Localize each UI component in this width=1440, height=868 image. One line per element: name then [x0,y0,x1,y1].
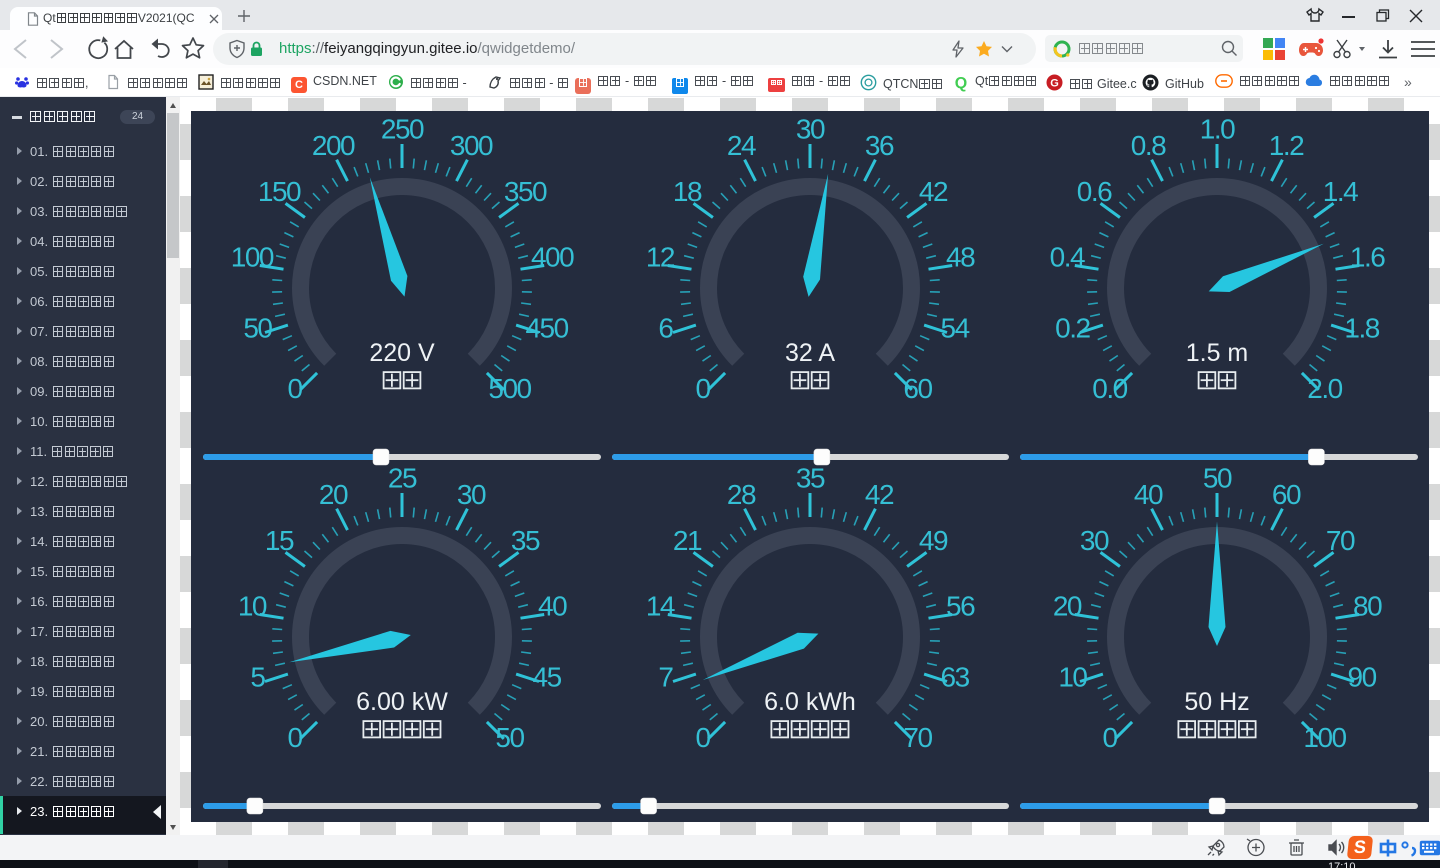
svg-text:0.6: 0.6 [1077,176,1112,207]
svg-text:30: 30 [1080,525,1109,556]
svg-text:28: 28 [727,479,756,510]
svg-text:42: 42 [919,176,948,207]
svg-text:21: 21 [673,525,702,556]
svg-text:5: 5 [250,662,265,693]
svg-text:20: 20 [319,479,348,510]
svg-text:0: 0 [1102,722,1117,753]
svg-text:100: 100 [231,242,274,273]
svg-text:1.8: 1.8 [1344,313,1379,344]
svg-text:1.0: 1.0 [1200,114,1235,145]
svg-text:1.5 m: 1.5 m [1186,339,1249,367]
svg-text:10: 10 [1058,662,1087,693]
svg-text:48: 48 [946,242,975,273]
svg-text:14: 14 [646,591,675,622]
svg-text:80: 80 [1353,591,1382,622]
svg-text:500: 500 [488,373,531,404]
svg-text:35: 35 [796,463,825,494]
svg-text:50: 50 [495,722,524,753]
svg-text:25: 25 [388,463,417,494]
svg-text:1.6: 1.6 [1350,242,1385,273]
svg-text:63: 63 [941,662,970,693]
svg-text:0: 0 [287,722,302,753]
svg-text:24: 24 [727,130,756,161]
svg-text:30: 30 [457,479,486,510]
svg-text:90: 90 [1348,662,1377,693]
svg-text:50: 50 [1203,463,1232,494]
svg-text:250: 250 [381,114,424,145]
svg-text:12: 12 [646,242,675,273]
svg-text:40: 40 [538,591,567,622]
svg-text:220 V: 220 V [369,339,435,367]
svg-text:56: 56 [946,591,975,622]
svg-text:10: 10 [238,591,267,622]
svg-text:G: G [1050,78,1059,90]
svg-text:50: 50 [243,313,272,344]
svg-text:30: 30 [796,114,825,145]
svg-text:400: 400 [531,242,574,273]
svg-text:350: 350 [504,176,547,207]
svg-text:70: 70 [903,722,932,753]
svg-text:2.0: 2.0 [1307,373,1342,404]
svg-text:200: 200 [312,130,355,161]
svg-text:45: 45 [533,662,562,693]
svg-text:0.2: 0.2 [1055,313,1090,344]
svg-text:50 Hz: 50 Hz [1184,688,1249,716]
svg-text:1.4: 1.4 [1323,176,1358,207]
svg-text:0.0: 0.0 [1092,373,1127,404]
svg-text:42: 42 [865,479,894,510]
svg-text:54: 54 [941,313,970,344]
svg-text:18: 18 [673,176,702,207]
svg-text:6.00 kW: 6.00 kW [356,688,448,716]
svg-text:36: 36 [865,130,894,161]
svg-text:0: 0 [287,373,302,404]
svg-text:60: 60 [903,373,932,404]
svg-text:0.4: 0.4 [1050,242,1085,273]
svg-text:20: 20 [1053,591,1082,622]
svg-text:100: 100 [1303,722,1346,753]
svg-text:450: 450 [525,313,568,344]
svg-text:60: 60 [1272,479,1301,510]
svg-text:15: 15 [265,525,294,556]
svg-text:70: 70 [1326,525,1355,556]
svg-text:40: 40 [1134,479,1163,510]
svg-text:6: 6 [658,313,673,344]
svg-text:0.8: 0.8 [1131,130,1166,161]
svg-text:7: 7 [658,662,673,693]
svg-text:0: 0 [695,373,710,404]
svg-text:35: 35 [511,525,540,556]
svg-text:150: 150 [258,176,301,207]
svg-text:6.0 kWh: 6.0 kWh [764,688,856,716]
svg-text:32 A: 32 A [785,339,835,367]
svg-text:1.2: 1.2 [1269,130,1304,161]
svg-text:49: 49 [919,525,948,556]
svg-text:0: 0 [695,722,710,753]
svg-text:300: 300 [450,130,493,161]
